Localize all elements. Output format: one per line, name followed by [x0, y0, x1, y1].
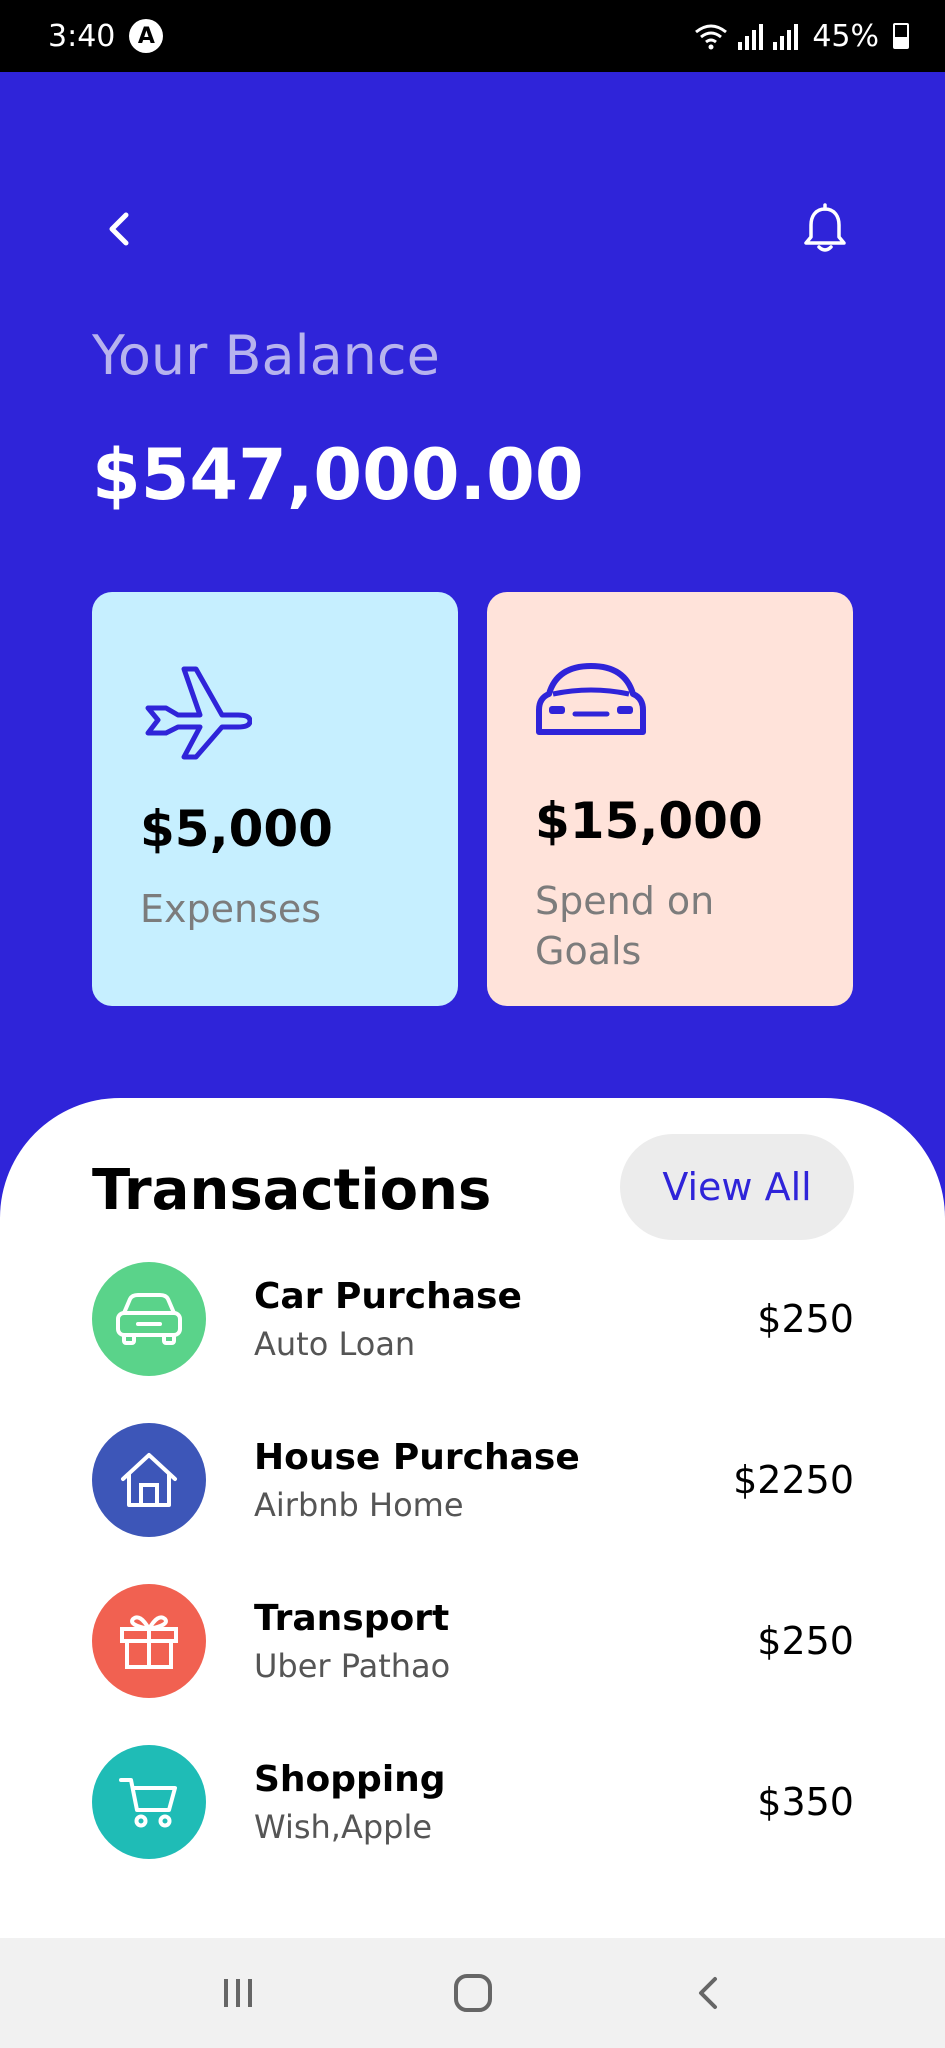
transaction-amount: $2250: [733, 1458, 854, 1502]
home-button[interactable]: [428, 1958, 518, 2028]
transaction-category: Uber Pathao: [254, 1646, 451, 1685]
transaction-amount: $250: [757, 1619, 854, 1663]
car-icon: [92, 1262, 206, 1376]
status-app-badge: A: [129, 19, 164, 53]
notification-button[interactable]: [790, 194, 860, 264]
signal-icon: [773, 24, 799, 50]
system-back-button[interactable]: [663, 1958, 753, 2028]
expenses-card[interactable]: $5,000 Expenses: [92, 592, 458, 1006]
transaction-name: Shopping: [254, 1758, 446, 1800]
car-icon: [536, 663, 646, 735]
bell-icon: [804, 203, 846, 252]
transaction-amount: $350: [757, 1780, 854, 1824]
transaction-category: Airbnb Home: [254, 1485, 464, 1524]
balance-amount: $547,000.00: [92, 434, 584, 516]
airplane-icon: [145, 666, 252, 760]
transaction-name: Car Purchase: [254, 1275, 522, 1317]
battery-percent: 45%: [812, 18, 879, 54]
back-button[interactable]: [84, 194, 154, 264]
status-bar: 3:40 A 45%: [0, 0, 945, 72]
transactions-title: Transactions: [92, 1158, 492, 1223]
goals-card[interactable]: $15,000 Spend on Goals: [487, 592, 853, 1006]
recent-apps-button[interactable]: [193, 1958, 283, 2028]
expenses-label: Expenses: [140, 887, 322, 931]
expenses-amount: $5,000: [140, 800, 333, 858]
transactions-sheet: Transactions View All Car Purchase Auto …: [0, 1098, 945, 1938]
recent-apps-icon: [223, 1979, 252, 2007]
house-icon: [92, 1423, 206, 1537]
list-item[interactable]: Car Purchase Auto Loan $250: [92, 1262, 854, 1376]
transaction-category: Wish,Apple: [254, 1807, 433, 1846]
system-nav-bar: [0, 1938, 945, 2048]
goals-label: Spend on Goals: [535, 879, 715, 973]
balance-section: Your Balance $547,000.00 $5,000 Expenses…: [0, 72, 945, 1172]
transaction-name: House Purchase: [254, 1436, 580, 1478]
cart-icon: [92, 1745, 206, 1859]
balance-label: Your Balance: [92, 324, 440, 387]
status-time: 3:40: [48, 18, 116, 54]
view-all-button[interactable]: View All: [620, 1134, 854, 1240]
signal-icon: [738, 24, 764, 50]
gift-icon: [92, 1584, 206, 1698]
battery-icon: [893, 23, 909, 49]
transaction-category: Auto Loan: [254, 1324, 416, 1363]
list-item[interactable]: Transport Uber Pathao $250: [92, 1584, 854, 1698]
home-button-icon: [453, 1974, 492, 2012]
system-back-icon: [698, 1977, 717, 2009]
chevron-left-icon: [109, 212, 129, 246]
transaction-amount: $250: [757, 1297, 854, 1341]
transaction-name: Transport: [254, 1597, 450, 1639]
list-item[interactable]: House Purchase Airbnb Home $2250: [92, 1423, 854, 1537]
list-item[interactable]: Shopping Wish,Apple $350: [92, 1745, 854, 1859]
goals-amount: $15,000: [535, 792, 763, 850]
wifi-icon: [695, 24, 728, 50]
